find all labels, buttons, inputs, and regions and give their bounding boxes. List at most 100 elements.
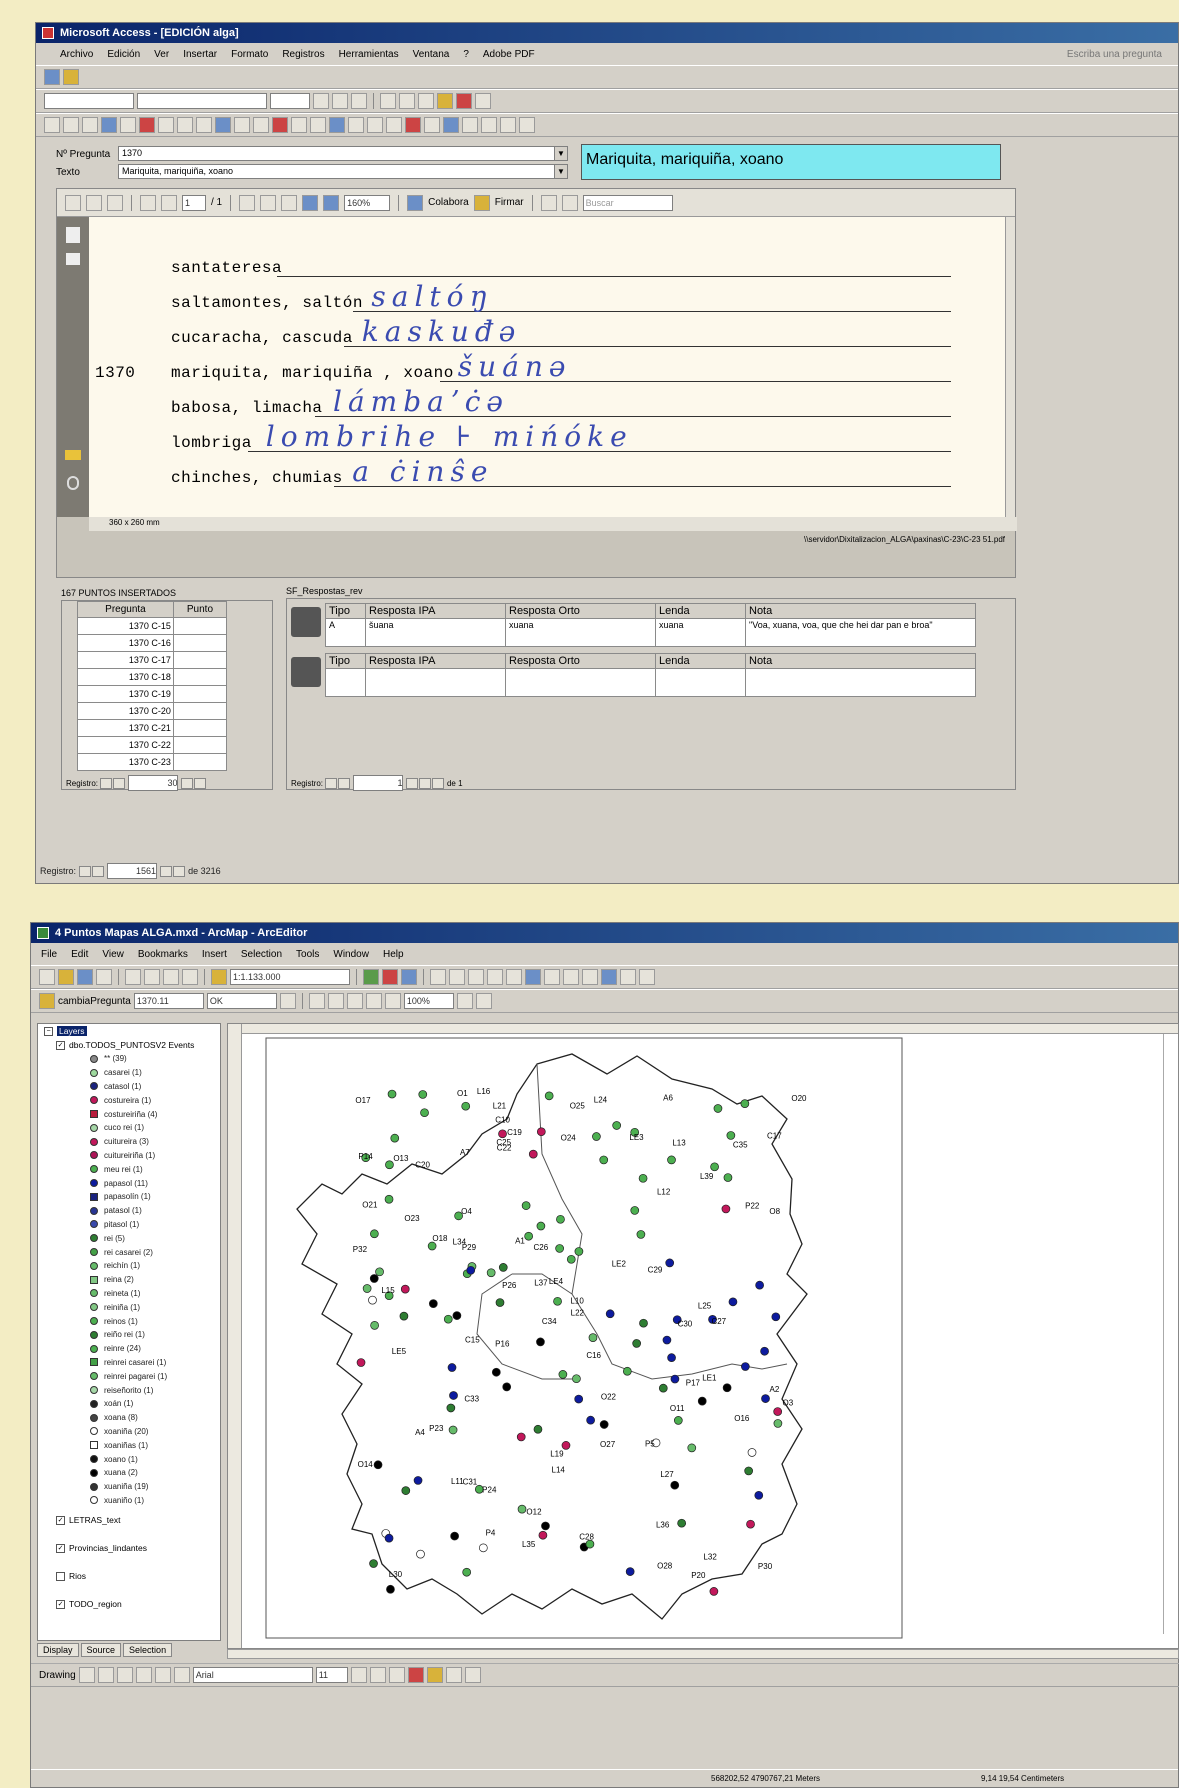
arcmap-menu-3[interactable]: Bookmarks — [138, 949, 188, 960]
resposta-cell[interactable] — [365, 668, 506, 697]
pregunta-cell[interactable]: 1370 C-22 — [77, 736, 174, 754]
font-name-input[interactable]: Arial — [192, 1667, 313, 1683]
map-point[interactable] — [558, 1370, 568, 1379]
map-point[interactable] — [741, 1362, 750, 1371]
pregunta-cell[interactable]: 1370 C-23 — [77, 753, 174, 771]
legend-item[interactable]: reinrei pagarei (1) — [38, 1369, 220, 1383]
line-color-map-icon[interactable] — [445, 1667, 462, 1683]
map-point[interactable] — [638, 1173, 648, 1183]
table-row[interactable]: 1370 C-16 — [77, 634, 228, 652]
toc-tab-1[interactable]: Source — [80, 1643, 122, 1657]
table-row[interactable]: 1370 C-23 — [77, 753, 228, 771]
layer-checkbox[interactable]: ✓ — [56, 1543, 65, 1553]
callout-icon[interactable] — [173, 1667, 190, 1683]
marker-color-icon[interactable] — [464, 1667, 481, 1683]
map-layout[interactable]: A1 A2 A4 A6 A7 C10 C15 C16 C17 C19 C20 C22 C25 C26 C27… — [227, 1023, 1179, 1649]
map-point[interactable] — [625, 1567, 635, 1576]
resposta-cell[interactable] — [655, 668, 746, 697]
zoom-icon[interactable] — [281, 194, 298, 211]
font-color-map-icon[interactable] — [407, 1667, 424, 1683]
access-menu-9[interactable]: Adobe PDF — [483, 49, 535, 60]
legend-item[interactable]: reinrei casarei (1) — [38, 1356, 220, 1370]
map-point[interactable] — [556, 1214, 565, 1224]
table-row[interactable]: 1370 C-21 — [77, 719, 228, 737]
puntos-header[interactable]: Punto — [172, 601, 228, 618]
access-tool-9-icon[interactable] — [215, 117, 231, 133]
object-combo[interactable] — [44, 93, 134, 109]
access-tool-11-icon[interactable] — [253, 117, 269, 133]
map-point[interactable] — [541, 1521, 550, 1531]
access-tool-25-icon[interactable] — [519, 117, 535, 133]
font-size-input[interactable]: 11 — [315, 1667, 348, 1683]
fill-color-icon[interactable] — [437, 93, 453, 109]
map-point[interactable] — [461, 1101, 471, 1111]
colabora-icon[interactable] — [407, 194, 424, 211]
map-point[interactable] — [384, 1533, 394, 1543]
map-point[interactable] — [370, 1229, 379, 1239]
layout-zoom-in-icon[interactable] — [308, 993, 325, 1009]
map-point[interactable] — [536, 1221, 546, 1231]
resposta-cell[interactable] — [325, 668, 366, 697]
resposta-cell[interactable]: šuana — [365, 618, 506, 647]
toc-tab-0[interactable]: Display — [37, 1643, 79, 1657]
punto-cell[interactable] — [172, 617, 228, 635]
legend-item[interactable]: xuaniño (1) — [38, 1494, 220, 1508]
map-point[interactable] — [667, 1155, 676, 1165]
forward-extent-icon[interactable] — [563, 969, 579, 985]
map-point[interactable] — [713, 1104, 723, 1113]
map-point[interactable] — [773, 1407, 783, 1416]
save-map-icon[interactable] — [77, 969, 93, 985]
find-icon[interactable] — [620, 969, 636, 985]
legend-item[interactable]: papasolín (1) — [38, 1190, 220, 1204]
access-menu-3[interactable]: Insertar — [183, 49, 217, 60]
access-tool-24-icon[interactable] — [500, 117, 516, 133]
arcmap-menu-2[interactable]: View — [102, 949, 124, 960]
access-tool-16-icon[interactable] — [348, 117, 364, 133]
arcmap-menu-7[interactable]: Window — [333, 949, 369, 960]
access-tool-18-icon[interactable] — [386, 117, 402, 133]
pregunta-cell[interactable]: 1370 C-17 — [77, 651, 174, 669]
legend-item[interactable]: xuana (2) — [38, 1466, 220, 1480]
signatures-icon[interactable] — [66, 253, 80, 265]
layer-2[interactable]: Rios — [56, 1569, 220, 1583]
legend-item[interactable]: reineta (1) — [38, 1287, 220, 1301]
access-tool-23-icon[interactable] — [481, 117, 497, 133]
puntos-header[interactable]: Pregunta — [77, 601, 174, 618]
open-icon[interactable] — [58, 969, 74, 985]
map-point[interactable] — [740, 1099, 750, 1108]
map-point[interactable] — [667, 1353, 676, 1362]
map-point[interactable] — [418, 1090, 428, 1099]
resposta-cell[interactable] — [505, 668, 656, 697]
map-point[interactable] — [622, 1366, 632, 1376]
texto-dropdown-icon[interactable]: ▼ — [554, 164, 568, 179]
texto-field[interactable]: Mariquita, mariquiña, xoano — [118, 164, 558, 179]
map-point[interactable] — [572, 1374, 581, 1384]
map-point[interactable] — [386, 1584, 395, 1594]
last-record-icon[interactable] — [193, 778, 206, 790]
map-point[interactable] — [553, 1296, 562, 1306]
text-tool-icon[interactable] — [154, 1667, 171, 1683]
map-point[interactable] — [448, 1425, 458, 1435]
map-point[interactable] — [670, 1374, 680, 1384]
email-icon[interactable] — [107, 194, 123, 211]
layout-zoom-input[interactable]: 100% — [403, 993, 454, 1009]
resp-first-record-icon[interactable] — [325, 778, 338, 790]
layer-3[interactable]: ✓ TODO_region — [56, 1597, 220, 1611]
map-point[interactable] — [710, 1162, 719, 1172]
map-point[interactable] — [561, 1441, 571, 1450]
respostas-registro-value[interactable]: 1 — [353, 775, 404, 791]
drawing-menu[interactable]: Drawing — [39, 1670, 76, 1681]
map-point[interactable] — [384, 1194, 394, 1204]
delete-icon[interactable] — [182, 969, 198, 985]
map-point[interactable] — [486, 1268, 496, 1278]
design-icon[interactable] — [63, 69, 79, 85]
map-point[interactable] — [592, 1132, 601, 1141]
arcmap-menu-0[interactable]: File — [41, 949, 57, 960]
pregunta-cell[interactable]: 1370 C-20 — [77, 702, 174, 720]
italic-icon[interactable] — [332, 93, 348, 109]
puntos-registro-total[interactable]: 30 — [128, 775, 179, 791]
access-menu-1[interactable]: Edición — [107, 49, 140, 60]
access-menu-8[interactable]: ? — [463, 49, 469, 60]
map-point[interactable] — [478, 1543, 488, 1553]
map-point[interactable] — [588, 1333, 598, 1342]
